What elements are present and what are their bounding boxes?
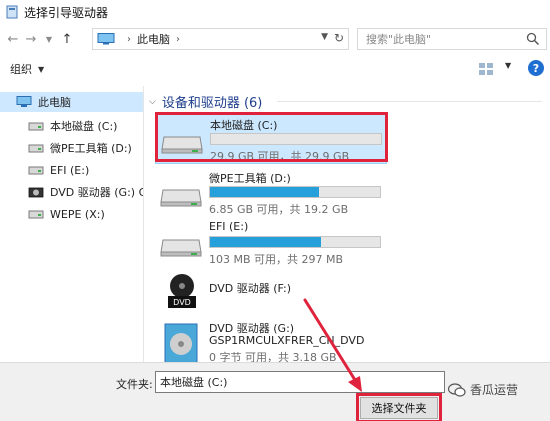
- svg-text:DVD: DVD: [173, 298, 191, 307]
- search-placeholder: 搜索"此电脑": [366, 33, 432, 46]
- highlight-box: [356, 393, 442, 421]
- help-icon[interactable]: ?: [528, 60, 544, 76]
- view-options-chevron-icon[interactable]: ▼: [505, 61, 511, 70]
- breadcrumb-separator-icon: ›: [127, 33, 131, 45]
- drive-usage-bar: [209, 186, 381, 198]
- sidebar-item-label: EFI (E:): [50, 163, 90, 177]
- address-dropdown-icon[interactable]: ▼: [321, 32, 328, 42]
- search-icon: [526, 32, 540, 46]
- up-arrow-icon[interactable]: ↑: [58, 29, 76, 49]
- back-arrow-icon[interactable]: ←: [4, 29, 22, 49]
- drive-capacity: 6.85 GB 可用，共 19.2 GB: [209, 203, 349, 216]
- breadcrumb-path[interactable]: 此电脑: [137, 31, 170, 47]
- sidebar-item-this-pc[interactable]: 此电脑: [0, 92, 143, 112]
- sidebar-item-label: 微PE工具箱 (D:): [50, 142, 132, 155]
- drive-tile-dvd-g[interactable]: DVD 驱动器 (G:) GSP1RMCULXFRER_CN_DVD 0 字节 …: [155, 316, 387, 362]
- command-bar: 组织 ▼ ▼ ?: [0, 56, 550, 82]
- hard-drive-icon: [160, 239, 202, 257]
- sidebar-item-dvd-g[interactable]: DVD 驱动器 (G:) G: [0, 182, 143, 202]
- drive-capacity: 0 字节 可用，共 3.18 GB: [209, 351, 337, 362]
- drive-tile-e[interactable]: EFI (E:) 103 MB 可用，共 297 MB: [155, 216, 387, 268]
- watermark: 香瓜运营: [448, 381, 518, 398]
- sidebar-item-label: 本地磁盘 (C:): [50, 120, 118, 133]
- dvd-icon: [28, 187, 44, 198]
- drive-usage-fill: [210, 187, 319, 197]
- dialog-footer: 文件夹: 选择文件夹 香瓜运营: [0, 362, 550, 421]
- navigation-pane: 此电脑 本地磁盘 (C:) 微PE工具箱 (D:) EFI (E:) DVD 驱…: [0, 86, 144, 362]
- sidebar-item-drive-e[interactable]: EFI (E:): [0, 160, 143, 180]
- drive-usage-bar: [209, 236, 381, 248]
- group-header[interactable]: ⌵ 设备和驱动器 (6): [149, 92, 262, 111]
- watermark-text: 香瓜运营: [470, 383, 519, 397]
- sidebar-item-drive-x[interactable]: WEPE (X:): [0, 204, 143, 224]
- group-title: 设备和驱动器 (6): [161, 96, 263, 111]
- drive-name: 微PE工具箱 (D:): [209, 172, 291, 185]
- group-divider: [277, 101, 542, 102]
- highlight-box: [155, 112, 388, 162]
- drive-capacity: 103 MB 可用，共 297 MB: [209, 253, 344, 266]
- title-bar: 选择引导驱动器: [0, 0, 550, 24]
- hard-drive-icon: [160, 189, 202, 207]
- drive-tile-d[interactable]: 微PE工具箱 (D:) 6.85 GB 可用，共 19.2 GB: [155, 166, 387, 218]
- app-icon: [6, 5, 18, 19]
- drive-volume-label: GSP1RMCULXFRER_CN_DVD: [209, 334, 365, 347]
- computer-icon: [97, 33, 115, 45]
- address-row: ← → ▼ ↑ › 此电脑 › ▼ ↻ 搜索"此电脑": [0, 27, 550, 51]
- drive-name: DVD 驱动器 (F:): [209, 282, 292, 295]
- dvd-media-icon: [164, 323, 198, 362]
- sidebar-item-drive-d[interactable]: 微PE工具箱 (D:): [0, 138, 143, 158]
- computer-icon: [16, 96, 32, 107]
- breadcrumb-separator-icon: ›: [176, 33, 180, 45]
- chevron-down-icon: ▼: [38, 64, 45, 74]
- recent-locations-chevron-icon[interactable]: ▼: [40, 29, 58, 49]
- address-bar[interactable]: › 此电脑 › ▼ ↻: [92, 28, 349, 50]
- window-title: 选择引导驱动器: [24, 5, 109, 20]
- organize-menu-button[interactable]: 组织 ▼: [10, 61, 44, 77]
- view-options-icon[interactable]: [478, 62, 494, 76]
- dvd-drive-icon: DVD: [168, 274, 196, 308]
- drive-icon: [28, 166, 44, 175]
- wechat-icon: [448, 382, 466, 397]
- folder-field[interactable]: [155, 371, 445, 393]
- collapse-chevron-icon[interactable]: ⌵: [149, 97, 156, 107]
- sidebar-item-label: WEPE (X:): [50, 207, 105, 221]
- file-list: ⌵ 设备和驱动器 (6) 本地磁盘 (C:) 29.9 GB 可用，共 29.9…: [145, 86, 550, 362]
- drive-icon: [28, 210, 44, 219]
- search-input[interactable]: 搜索"此电脑": [357, 28, 547, 50]
- sidebar-item-label: DVD 驱动器 (G:) G: [50, 186, 143, 199]
- folder-label: 文件夹:: [116, 378, 153, 391]
- drive-name: EFI (E:): [209, 220, 249, 233]
- sidebar-item-drive-c[interactable]: 本地磁盘 (C:): [0, 116, 143, 136]
- sidebar-item-label: 此电脑: [38, 96, 71, 109]
- drive-icon: [28, 144, 44, 153]
- drive-tile-dvd-f[interactable]: DVD DVD 驱动器 (F:): [155, 266, 387, 318]
- drive-icon: [28, 122, 44, 131]
- refresh-icon[interactable]: ↻: [334, 31, 344, 45]
- forward-arrow-icon[interactable]: →: [22, 29, 40, 49]
- organize-label: 组织: [10, 63, 32, 76]
- drive-usage-fill: [210, 237, 321, 247]
